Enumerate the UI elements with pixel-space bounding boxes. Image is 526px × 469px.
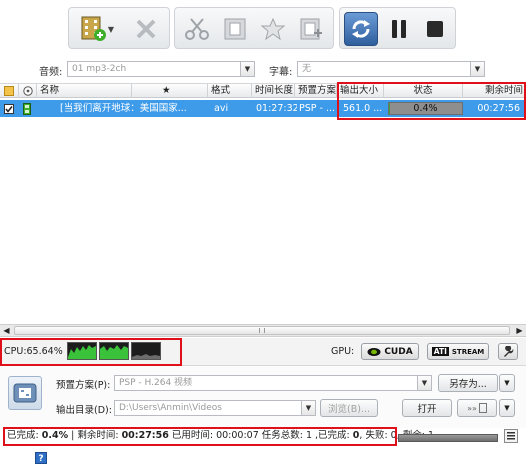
after-done-button[interactable]: »»: [457, 399, 497, 417]
subtitle-select-value: 无: [302, 64, 312, 74]
save-as-button[interactable]: 另存为...: [438, 374, 498, 392]
output-dir-value: D:\Users\Anmin\Videos: [119, 403, 222, 413]
row-format: avi: [214, 103, 229, 114]
row-duration: 01:27:32: [256, 103, 297, 114]
stream-label: STREAM: [451, 347, 485, 356]
chevron-down-icon[interactable]: ▼: [470, 62, 484, 76]
row-name: [当我们离开地球：美国国家...: [60, 103, 187, 114]
pause-icon: [392, 20, 406, 38]
disc-icon: [23, 86, 33, 96]
toolbar-group-file: ▼: [68, 7, 170, 49]
chevron-down-icon: ▼: [504, 404, 510, 412]
effects-button[interactable]: [255, 14, 291, 44]
list-icon: [507, 432, 515, 440]
row-preset: PSP - ...: [299, 103, 336, 114]
grip-icon: [259, 328, 265, 333]
select-all-column[interactable]: [0, 84, 19, 98]
stop-button[interactable]: [419, 14, 451, 44]
browse-button[interactable]: 浏览(B)...: [320, 399, 378, 417]
help-button[interactable]: ?: [35, 452, 47, 464]
device-profile-button[interactable]: [8, 376, 42, 410]
chevron-down-icon[interactable]: ▼: [301, 401, 315, 415]
output-settings-panel: 预置方案(P): PSP - H.264 视频 ▼ 另存为... ▼ 输出目录(…: [0, 366, 526, 428]
highlight-box-progress: [337, 82, 526, 120]
crop-button[interactable]: [217, 14, 253, 44]
refresh-icon: [352, 20, 370, 38]
chevron-down-icon[interactable]: ▼: [417, 376, 431, 390]
toolbar-group-edit: [174, 7, 334, 49]
convert-button[interactable]: [344, 12, 378, 46]
film-add-icon: [300, 18, 322, 40]
chevron-down-icon: ▼: [504, 379, 510, 387]
remove-button[interactable]: [127, 14, 165, 44]
cuda-label: CUDA: [384, 346, 413, 357]
gpu-label: GPU:: [331, 346, 355, 357]
row-checkbox[interactable]: [4, 100, 20, 117]
chevron-down-icon: ▼: [107, 24, 115, 34]
checkbox-icon[interactable]: [4, 86, 14, 96]
stop-icon: [427, 21, 443, 37]
row-type: [21, 100, 37, 117]
after-done-dropdown[interactable]: ▼: [499, 399, 515, 417]
cuda-button[interactable]: CUDA: [361, 343, 419, 360]
audio-select[interactable]: 01 mp3-2ch ▼: [67, 61, 255, 77]
add-video-icon: [81, 16, 106, 41]
open-folder-button[interactable]: 打开: [402, 399, 452, 417]
subtitle-label: 字幕:: [269, 67, 293, 78]
psp-device-icon: [13, 383, 37, 403]
subtitle-select[interactable]: 无 ▼: [297, 61, 485, 77]
toolbar: ▼: [0, 0, 526, 56]
settings-button[interactable]: [498, 343, 518, 360]
add-effect-button[interactable]: [293, 14, 329, 44]
scissors-icon: [185, 18, 209, 40]
ati-logo: ATI: [431, 347, 449, 356]
nvidia-eye-icon: [367, 347, 381, 356]
column-duration[interactable]: 时间长度: [252, 84, 295, 98]
video-file-icon: [23, 103, 31, 115]
preset-select[interactable]: PSP - H.264 视频 ▼: [114, 375, 432, 391]
horizontal-scrollbar[interactable]: ◀ ▶: [0, 324, 526, 337]
log-button[interactable]: [504, 429, 518, 443]
scroll-right-icon[interactable]: ▶: [514, 325, 525, 336]
checkbox-checked-icon[interactable]: [4, 104, 14, 114]
forward-icon: »»: [467, 403, 477, 413]
highlight-box-status: [3, 427, 397, 446]
chevron-down-icon[interactable]: ▼: [240, 62, 254, 76]
audio-select-value: 01 mp3-2ch: [72, 64, 127, 74]
close-icon: [136, 19, 156, 39]
column-name[interactable]: 名称: [37, 84, 132, 98]
trim-button[interactable]: [179, 14, 215, 44]
preset-label: 预置方案(P):: [56, 380, 111, 391]
device-small-icon: [478, 403, 487, 413]
performance-bar: CPU:65.64% GPU: CUDA ATI STREAM: [0, 338, 526, 366]
toolbar-group-convert: [339, 7, 456, 49]
save-as-dropdown[interactable]: ▼: [499, 374, 515, 392]
overall-progress-bar: [398, 434, 498, 442]
pause-button[interactable]: [383, 14, 415, 44]
film-icon: [224, 18, 246, 40]
scroll-left-icon[interactable]: ◀: [1, 325, 12, 336]
ati-stream-button[interactable]: ATI STREAM: [427, 343, 489, 360]
output-dir-select[interactable]: D:\Users\Anmin\Videos ▼: [114, 400, 316, 416]
column-star[interactable]: ★: [132, 84, 208, 98]
column-format[interactable]: 格式: [208, 84, 252, 98]
preset-select-value: PSP - H.264 视频: [119, 378, 193, 388]
audio-label: 音频:: [39, 67, 63, 78]
type-column[interactable]: [19, 84, 37, 98]
scrollbar-thumb[interactable]: [14, 326, 510, 335]
output-dir-label: 输出目录(D):: [56, 405, 112, 416]
highlight-box-cpu: [0, 338, 182, 366]
star-effect-icon: [260, 17, 286, 41]
add-file-button[interactable]: ▼: [75, 14, 117, 44]
wrench-icon: [504, 345, 514, 357]
column-preset[interactable]: 预置方案: [295, 84, 337, 98]
